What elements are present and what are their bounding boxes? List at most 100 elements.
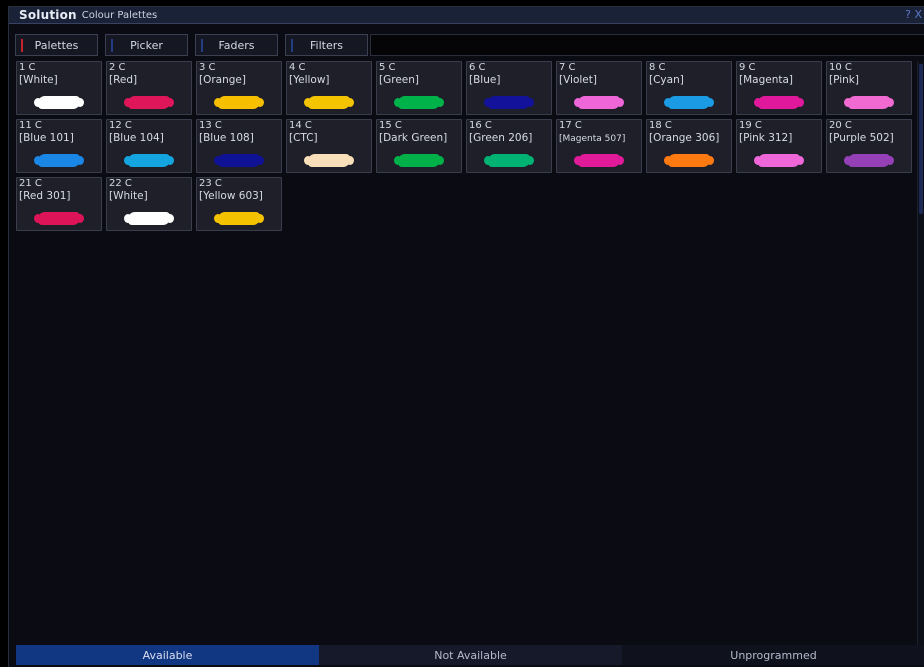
tab-filters[interactable]: Filters	[285, 34, 368, 56]
palette-name: [Yellow 603]	[199, 190, 263, 202]
colour-swatch	[34, 212, 84, 225]
tab-bar: Palettes Picker Faders Filters	[9, 24, 924, 56]
colour-swatch	[574, 154, 624, 167]
colour-swatch	[214, 154, 264, 167]
colour-swatch	[124, 154, 174, 167]
palette-name: [CTC]	[289, 132, 318, 144]
palette-tile[interactable]: 15 C [Dark Green]	[376, 119, 462, 173]
colour-swatch	[34, 96, 84, 109]
palette-name: [Green 206]	[469, 132, 533, 144]
palette-number: 1 C	[19, 62, 36, 73]
palette-number: 3 C	[199, 62, 216, 73]
palette-tile[interactable]: 8 C [Cyan]	[646, 61, 732, 115]
palette-tile[interactable]: 2 C [Red]	[106, 61, 192, 115]
palette-number: 18 C	[649, 120, 672, 131]
tab-label: Picker	[130, 38, 163, 52]
palette-tile[interactable]: 10 C [Pink]	[826, 61, 912, 115]
palette-tile[interactable]: 19 C [Pink 312]	[736, 119, 822, 173]
palette-tile[interactable]: 12 C [Blue 104]	[106, 119, 192, 173]
palette-tile[interactable]: 20 C [Purple 502]	[826, 119, 912, 173]
palette-tile[interactable]: 11 C [Blue 101]	[16, 119, 102, 173]
status-legend: Available Not Available Unprogrammed	[16, 645, 924, 665]
scrollbar-thumb[interactable]	[919, 64, 923, 214]
colour-swatch	[754, 154, 804, 167]
palette-number: 10 C	[829, 62, 852, 73]
palette-number: 20 C	[829, 120, 852, 131]
palette-number: 23 C	[199, 178, 222, 189]
palette-number: 21 C	[19, 178, 42, 189]
palette-number: 11 C	[19, 120, 42, 131]
palette-number: 13 C	[199, 120, 222, 131]
colour-swatch	[754, 96, 804, 109]
palette-tile[interactable]: 6 C [Blue]	[466, 61, 552, 115]
colour-swatch	[124, 96, 174, 109]
palette-name: [Blue]	[469, 74, 501, 86]
tab-faders[interactable]: Faders	[195, 34, 278, 56]
colour-swatch	[664, 154, 714, 167]
app-brand: Solution	[19, 8, 77, 22]
palette-number: 15 C	[379, 120, 402, 131]
palette-tile[interactable]: 1 C [White]	[16, 61, 102, 115]
title-bar: Solution Colour Palettes ? X	[9, 7, 924, 24]
palette-tile[interactable]: 4 C [Yellow]	[286, 61, 372, 115]
colour-swatch	[394, 96, 444, 109]
colour-swatch	[574, 96, 624, 109]
palette-name: [Blue 101]	[19, 132, 74, 144]
colour-swatch	[214, 212, 264, 225]
palette-tile[interactable]: 17 C [Magenta 507]	[556, 119, 642, 173]
palette-tile[interactable]: 16 C [Green 206]	[466, 119, 552, 173]
palette-number: 6 C	[469, 62, 486, 73]
palette-name: [Pink 312]	[739, 132, 793, 144]
palette-number: 9 C	[739, 62, 756, 73]
palette-name: [White]	[109, 190, 148, 202]
palette-name: [Red]	[109, 74, 138, 86]
palette-name: [Purple 502]	[829, 132, 894, 144]
status-unprogrammed: Unprogrammed	[622, 645, 924, 665]
palette-tile[interactable]: 14 C [CTC]	[286, 119, 372, 173]
palette-number: 22 C	[109, 178, 132, 189]
palette-number: 14 C	[289, 120, 312, 131]
colour-swatch	[844, 96, 894, 109]
tab-label: Filters	[310, 38, 343, 52]
colour-swatch	[664, 96, 714, 109]
palette-number: 12 C	[109, 120, 132, 131]
palette-tile[interactable]: 23 C [Yellow 603]	[196, 177, 282, 231]
vertical-scrollbar[interactable]	[917, 61, 924, 645]
window-controls[interactable]: ? X	[905, 8, 922, 21]
colour-swatch	[394, 154, 444, 167]
palette-tile[interactable]: 21 C [Red 301]	[16, 177, 102, 231]
status-not-available: Not Available	[319, 645, 622, 665]
palette-tile[interactable]: 22 C [White]	[106, 177, 192, 231]
palette-tile[interactable]: 9 C [Magenta]	[736, 61, 822, 115]
tab-indicator	[111, 39, 113, 52]
palette-tile[interactable]: 18 C [Orange 306]	[646, 119, 732, 173]
palette-name: [Magenta 507]	[559, 134, 626, 144]
palette-tile[interactable]: 5 C [Green]	[376, 61, 462, 115]
palette-number: 2 C	[109, 62, 126, 73]
tab-indicator	[21, 39, 23, 52]
tab-label: Faders	[218, 38, 255, 52]
palette-name: [Orange]	[199, 74, 246, 86]
palette-name: [Violet]	[559, 74, 597, 86]
palette-number: 17 C	[559, 120, 582, 131]
tab-picker[interactable]: Picker	[105, 34, 188, 56]
palette-number: 19 C	[739, 120, 762, 131]
palette-number: 5 C	[379, 62, 396, 73]
colour-swatch	[484, 154, 534, 167]
colour-swatch	[214, 96, 264, 109]
window-title: Colour Palettes	[81, 9, 158, 21]
palette-name: [Blue 108]	[199, 132, 254, 144]
palette-name: [Magenta]	[739, 74, 794, 86]
tab-indicator	[291, 39, 293, 52]
palette-name: [Blue 104]	[109, 132, 164, 144]
colour-swatch	[844, 154, 894, 167]
palette-tile[interactable]: 3 C [Orange]	[196, 61, 282, 115]
palette-number: 4 C	[289, 62, 306, 73]
tab-bar-filler	[370, 34, 924, 56]
tab-label: Palettes	[34, 38, 79, 52]
palette-tile[interactable]: 13 C [Blue 108]	[196, 119, 282, 173]
palette-tile[interactable]: 7 C [Violet]	[556, 61, 642, 115]
palette-name: [Green]	[379, 74, 419, 86]
palette-name: [Orange 306]	[649, 132, 720, 144]
tab-palettes[interactable]: Palettes	[15, 34, 98, 56]
